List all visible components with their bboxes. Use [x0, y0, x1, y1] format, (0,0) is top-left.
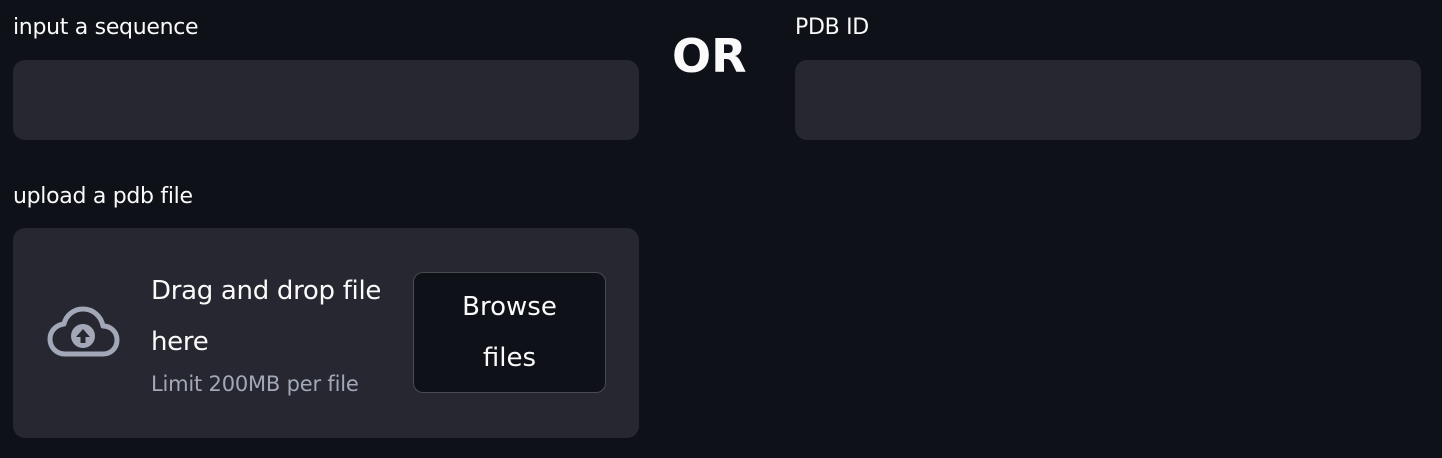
- upload-label: upload a pdb file: [13, 184, 193, 209]
- sequence-label: input a sequence: [13, 15, 199, 40]
- file-dropzone[interactable]: Drag and drop file here Limit 200MB per …: [13, 228, 639, 438]
- dropzone-instructions: Drag and drop file here Limit 200MB per …: [151, 266, 411, 398]
- or-separator: OR: [672, 29, 747, 83]
- file-size-limit: Limit 200MB per file: [151, 372, 359, 396]
- pdb-id-label: PDB ID: [795, 15, 869, 40]
- pdb-id-input[interactable]: [795, 60, 1421, 140]
- sequence-input[interactable]: [13, 60, 639, 140]
- dropzone-title: Drag and drop file here: [151, 276, 382, 357]
- cloud-upload-icon: [47, 306, 120, 357]
- browse-files-button[interactable]: Browse files: [413, 272, 606, 393]
